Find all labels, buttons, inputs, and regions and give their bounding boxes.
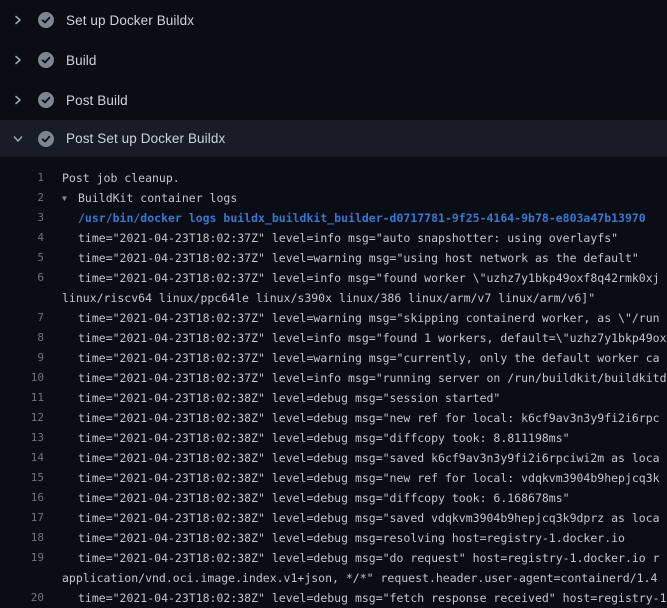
group-collapse-toggle-icon[interactable]: ▼ <box>62 189 78 209</box>
log-text: time="2021-04-23T18:02:37Z" level=info m… <box>62 228 618 248</box>
log-line-5: 5 time="2021-04-23T18:02:37Z" level=warni… <box>0 248 667 268</box>
line-number-link[interactable]: 18 <box>0 528 44 548</box>
line-number-link[interactable]: 16 <box>0 488 44 508</box>
step-status-icon <box>38 52 54 68</box>
log-area: 1 Post job cleanup. 2 ▼BuildKit container l… <box>0 157 667 608</box>
check-circle-icon <box>38 92 54 108</box>
log-line-3: 3/usr/bin/docker logs buildx_buildkit_bu… <box>0 208 667 228</box>
chevron-right-icon-wrap[interactable] <box>12 54 24 66</box>
log-line-4: 4 time="2021-04-23T18:02:37Z" level=info … <box>0 228 667 248</box>
log-line-1: 1 Post job cleanup. <box>0 168 667 188</box>
log-text: time="2021-04-23T18:02:38Z" level=debug … <box>62 548 660 568</box>
log-line-11: 11 time="2021-04-23T18:02:38Z" level=debu… <box>0 388 667 408</box>
step-label: Set up Docker Buildx <box>66 13 194 28</box>
log-line-6-wrap: linux/riscv64 linux/ppc64le linux/s390x … <box>0 288 667 308</box>
line-number-link[interactable]: 9 <box>0 348 44 368</box>
log-text: linux/riscv64 linux/ppc64le linux/s390x … <box>62 288 595 308</box>
chevron-right-icon-wrap[interactable] <box>12 94 24 106</box>
line-number-link[interactable]: 7 <box>0 308 44 328</box>
log-line-8: 8 time="2021-04-23T18:02:37Z" level=info … <box>0 328 667 348</box>
log-text: time="2021-04-23T18:02:38Z" level=debug … <box>62 528 625 548</box>
log-text: time="2021-04-23T18:02:38Z" level=debug … <box>62 588 667 608</box>
chevron-right-icon <box>12 14 24 26</box>
check-circle-icon <box>38 131 54 147</box>
check-circle-icon <box>38 12 54 28</box>
line-number-link <box>0 568 44 588</box>
log-text: time="2021-04-23T18:02:38Z" level=debug … <box>62 468 660 488</box>
line-number-link[interactable]: 5 <box>0 248 44 268</box>
log-text: Post job cleanup. <box>62 168 180 188</box>
log-text: time="2021-04-23T18:02:37Z" level=info m… <box>62 328 667 348</box>
log-line-10: 10 time="2021-04-23T18:02:37Z" level=info… <box>0 368 667 388</box>
log-line-14: 14 time="2021-04-23T18:02:38Z" level=debu… <box>0 448 667 468</box>
chevron-right-icon <box>12 94 24 106</box>
log-text: ▼BuildKit container logs <box>62 188 237 208</box>
step-status-icon <box>38 131 54 147</box>
line-number-link <box>0 288 44 308</box>
log-text: time="2021-04-23T18:02:37Z" level=info m… <box>62 368 667 388</box>
line-number-link[interactable]: 14 <box>0 448 44 468</box>
log-text: time="2021-04-23T18:02:38Z" level=debug … <box>62 488 570 508</box>
step-row-set-up-docker-buildx[interactable]: Set up Docker Buildx <box>0 0 667 40</box>
line-number-link[interactable]: 19 <box>0 548 44 568</box>
log-text: time="2021-04-23T18:02:38Z" level=debug … <box>62 508 660 528</box>
chevron-down-icon <box>12 133 24 145</box>
log-line-17: 17 time="2021-04-23T18:02:38Z" level=debu… <box>0 508 667 528</box>
log-text: time="2021-04-23T18:02:37Z" level=info m… <box>62 268 660 288</box>
line-number-link[interactable]: 17 <box>0 508 44 528</box>
line-number-link[interactable]: 6 <box>0 268 44 288</box>
line-number-link[interactable]: 1 <box>0 168 44 188</box>
log-line-19: 19 time="2021-04-23T18:02:38Z" level=debu… <box>0 548 667 568</box>
log-line-19-wrap: application/vnd.oci.image.index.v1+json,… <box>0 568 667 588</box>
line-number-link[interactable]: 13 <box>0 428 44 448</box>
log-line-18: 18 time="2021-04-23T18:02:38Z" level=debu… <box>0 528 667 548</box>
log-text: time="2021-04-23T18:02:37Z" level=warnin… <box>62 248 639 268</box>
line-number-link[interactable]: 12 <box>0 408 44 428</box>
log-text: time="2021-04-23T18:02:37Z" level=warnin… <box>62 308 660 328</box>
line-number-link[interactable]: 11 <box>0 388 44 408</box>
step-status-icon <box>38 92 54 108</box>
log-line-20: 20 time="2021-04-23T18:02:38Z" level=debu… <box>0 588 667 608</box>
log-text: time="2021-04-23T18:02:38Z" level=debug … <box>62 388 500 408</box>
log-text: time="2021-04-23T18:02:37Z" level=warnin… <box>62 348 660 368</box>
line-number-link[interactable]: 10 <box>0 368 44 388</box>
chevron-right-icon-wrap[interactable] <box>12 14 24 26</box>
chevron-right-icon <box>12 54 24 66</box>
line-number-link[interactable]: 20 <box>0 588 44 608</box>
log-command-text: /usr/bin/docker logs buildx_buildkit_bui… <box>62 208 646 228</box>
step-status-icon <box>38 12 54 28</box>
log-text: time="2021-04-23T18:02:38Z" level=debug … <box>62 448 660 468</box>
line-number-link[interactable]: 3 <box>0 208 44 228</box>
line-number-link[interactable]: 8 <box>0 328 44 348</box>
group-title-text: BuildKit container logs <box>78 191 237 205</box>
log-text: application/vnd.oci.image.index.v1+json,… <box>62 568 657 588</box>
step-label: Post Set up Docker Buildx <box>66 131 225 146</box>
step-label: Build <box>66 53 97 68</box>
log-line-2: 2 ▼BuildKit container logs <box>0 188 667 208</box>
line-number-link[interactable]: 2 <box>0 188 44 208</box>
line-number-link[interactable]: 15 <box>0 468 44 488</box>
check-circle-icon <box>38 52 54 68</box>
step-label: Post Build <box>66 93 128 108</box>
line-number-link[interactable]: 4 <box>0 228 44 248</box>
log-line-6: 6 time="2021-04-23T18:02:37Z" level=info … <box>0 268 667 288</box>
log-line-13: 13 time="2021-04-23T18:02:38Z" level=debu… <box>0 428 667 448</box>
step-row-post-build[interactable]: Post Build <box>0 80 667 120</box>
log-line-9: 9 time="2021-04-23T18:02:37Z" level=warni… <box>0 348 667 368</box>
log-line-12: 12 time="2021-04-23T18:02:38Z" level=debu… <box>0 408 667 428</box>
log-text: time="2021-04-23T18:02:38Z" level=debug … <box>62 428 570 448</box>
chevron-down-icon-wrap[interactable] <box>12 133 24 145</box>
log-text: time="2021-04-23T18:02:38Z" level=debug … <box>62 408 660 428</box>
log-line-7: 7 time="2021-04-23T18:02:37Z" level=warni… <box>0 308 667 328</box>
steps-list: Set up Docker Buildx Build Post Build Post … <box>0 0 667 157</box>
step-row-post-set-up-docker-buildx[interactable]: Post Set up Docker Buildx <box>0 120 667 157</box>
log-line-15: 15 time="2021-04-23T18:02:38Z" level=debu… <box>0 468 667 488</box>
step-row-build[interactable]: Build <box>0 40 667 80</box>
log-line-16: 16 time="2021-04-23T18:02:38Z" level=debu… <box>0 488 667 508</box>
